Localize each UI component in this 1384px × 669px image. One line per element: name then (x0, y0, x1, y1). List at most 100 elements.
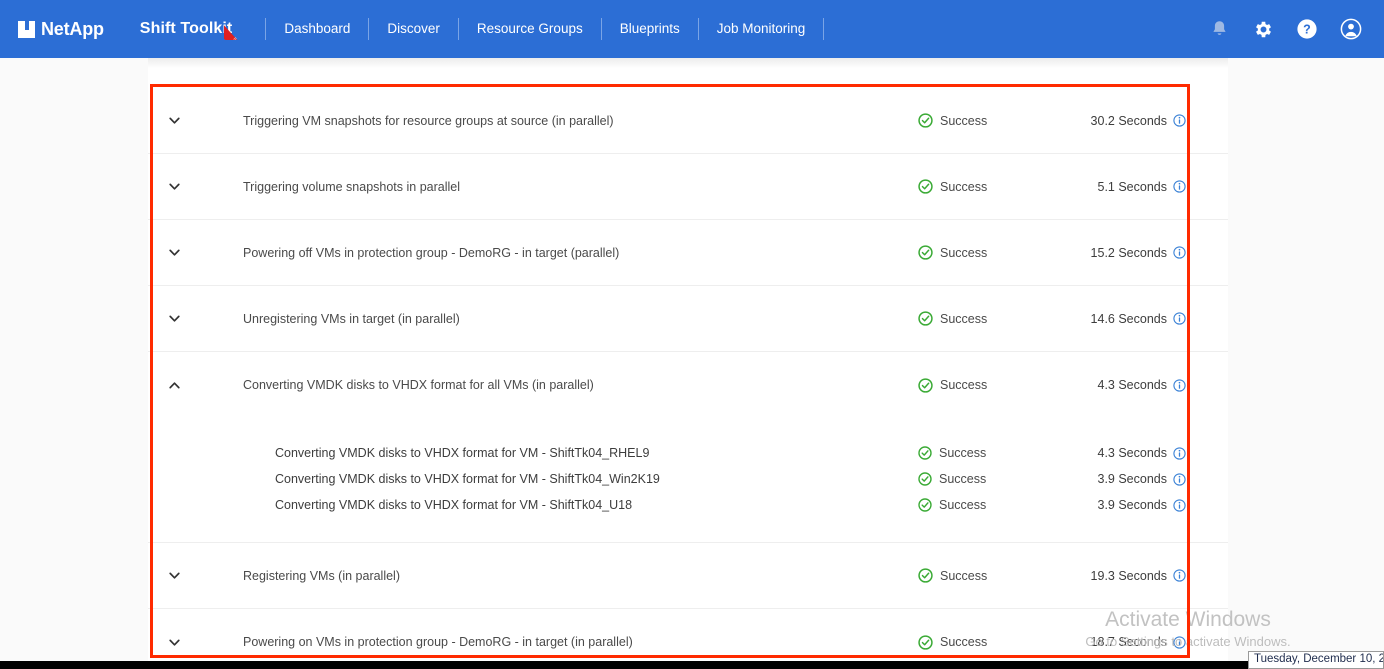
sub-steps-group: Converting VMDK disks to VHDX format for… (148, 418, 1228, 543)
chevron-down-icon[interactable] (148, 179, 200, 194)
taskbar-clock-tooltip: Tuesday, December 10, 202 (1248, 651, 1384, 669)
clock-tooltip-text: Tuesday, December 10, 202 (1254, 653, 1384, 665)
status-badge: Success (918, 245, 1068, 260)
sub-step-label: Converting VMDK disks to VHDX format for… (275, 446, 650, 460)
nav-divider (368, 18, 370, 40)
status-text: Success (940, 113, 988, 128)
status-badge: Success (918, 377, 1068, 393)
status-success-icon (918, 498, 932, 512)
nav-link-job-monitoring[interactable]: Job Monitoring (700, 0, 823, 58)
notifications-bell-icon[interactable] (1208, 18, 1230, 40)
info-icon (1173, 378, 1186, 392)
sub-table-row[interactable]: Converting VMDK disks to VHDX format for… (148, 492, 1228, 518)
table-row[interactable]: Triggering volume snapshots in parallel … (148, 154, 1228, 220)
info-icon (1173, 635, 1186, 649)
nav-divider (823, 18, 825, 40)
status-text: Success (939, 472, 987, 486)
nav-divider (697, 18, 699, 40)
sub-table-row[interactable]: Converting VMDK disks to VHDX format for… (148, 440, 1228, 466)
status-badge: Success (918, 498, 1068, 512)
step-label: Triggering volume snapshots in parallel (243, 179, 461, 194)
duration-text: 3.9 Seconds (1097, 498, 1168, 512)
status-badge: Success (918, 634, 1068, 650)
step-label: Powering on VMs in protection group - De… (243, 635, 633, 649)
status-success-icon (918, 377, 933, 393)
chevron-down-icon[interactable] (148, 311, 200, 326)
duration-text: 4.3 Seconds (1097, 446, 1168, 460)
duration-cell: 19.3 Seconds (1068, 569, 1228, 583)
nav-link-dashboard[interactable]: Dashboard (267, 0, 367, 58)
chevron-down-icon[interactable] (148, 245, 200, 260)
app-title: Shift Toolkit (139, 20, 233, 37)
table-row[interactable]: Triggering VM snapshots for resource gro… (148, 88, 1228, 154)
table-row[interactable]: Registering VMs (in parallel) Success 19… (148, 543, 1228, 609)
step-label: Powering off VMs in protection group - D… (243, 245, 620, 260)
duration-text: 14.6 Seconds (1090, 311, 1167, 326)
status-text: Success (940, 378, 988, 392)
chevron-down-icon[interactable] (148, 635, 200, 650)
duration-cell: 30.2 Seconds (1068, 114, 1228, 128)
info-icon (1173, 246, 1186, 259)
step-label: Registering VMs (in parallel) (243, 568, 401, 583)
duration-cell: 18.7 Seconds (1068, 635, 1228, 649)
chevron-down-icon[interactable] (148, 568, 200, 583)
status-badge: Success (918, 568, 1068, 583)
status-badge: Success (918, 311, 1068, 326)
chevron-up-icon[interactable] (148, 378, 200, 393)
status-success-icon (918, 245, 933, 260)
sub-step-label: Converting VMDK disks to VHDX format for… (275, 472, 660, 486)
table-row[interactable]: Powering on VMs in protection group - De… (148, 609, 1228, 669)
nav-link-discover[interactable]: Discover (370, 0, 457, 58)
status-badge: Success (918, 446, 1068, 460)
nav-links: Dashboard Discover Resource Groups Bluep… (264, 0, 825, 58)
info-icon (1173, 180, 1186, 193)
nav-divider (457, 18, 459, 40)
nav-divider (600, 18, 602, 40)
app-title-container: Shift Toolkit BETA (139, 20, 252, 40)
chevron-down-icon[interactable] (148, 113, 200, 128)
duration-text: 4.3 Seconds (1097, 378, 1168, 392)
netapp-logo-text: NetApp (41, 18, 104, 39)
duration-text: 15.2 Seconds (1090, 245, 1167, 260)
duration-cell: 4.3 Seconds (1068, 378, 1228, 392)
netapp-logo-mark-icon (18, 20, 35, 38)
step-label: Converting VMDK disks to VHDX format for… (243, 378, 594, 392)
info-icon (1173, 312, 1186, 325)
table-row[interactable]: Converting VMDK disks to VHDX format for… (148, 352, 1228, 418)
user-account-icon[interactable] (1340, 18, 1362, 40)
status-text: Success (940, 179, 988, 194)
duration-text: 5.1 Seconds (1097, 179, 1168, 194)
duration-cell: 3.9 Seconds (1068, 498, 1228, 512)
step-label: Unregistering VMs in target (in parallel… (243, 311, 460, 326)
sub-step-label: Converting VMDK disks to VHDX format for… (275, 498, 633, 512)
duration-text: 18.7 Seconds (1090, 635, 1167, 649)
sub-table-row[interactable]: Converting VMDK disks to VHDX format for… (148, 466, 1228, 492)
duration-cell: 4.3 Seconds (1068, 446, 1228, 460)
nav-link-blueprints[interactable]: Blueprints (603, 0, 697, 58)
nav-link-resource-groups[interactable]: Resource Groups (460, 0, 600, 58)
help-circle-icon[interactable]: ? (1296, 18, 1318, 40)
table-row[interactable]: Powering off VMs in protection group - D… (148, 220, 1228, 286)
nav-divider (265, 18, 267, 40)
table-row[interactable]: Unregistering VMs in target (in parallel… (148, 286, 1228, 352)
panel-top-shadow (148, 58, 1228, 68)
status-badge: Success (918, 113, 1068, 128)
duration-cell: 5.1 Seconds (1068, 180, 1228, 194)
netapp-logo[interactable]: NetApp (18, 19, 104, 40)
info-icon (1173, 114, 1186, 127)
duration-text: 19.3 Seconds (1090, 568, 1167, 583)
status-success-icon (918, 446, 932, 460)
status-text: Success (940, 311, 988, 326)
status-success-icon (918, 179, 933, 194)
status-text: Success (940, 635, 988, 649)
settings-gear-icon[interactable] (1252, 18, 1274, 40)
status-success-icon (918, 472, 932, 486)
status-text: Success (940, 245, 988, 260)
info-icon (1173, 472, 1186, 486)
duration-cell: 14.6 Seconds (1068, 312, 1228, 326)
status-badge: Success (918, 472, 1068, 486)
svg-text:?: ? (1303, 22, 1311, 36)
status-success-icon (918, 113, 933, 128)
status-success-icon (918, 634, 933, 650)
application-window: NetApp Shift Toolkit BETA Dashboard Disc… (0, 0, 1384, 669)
